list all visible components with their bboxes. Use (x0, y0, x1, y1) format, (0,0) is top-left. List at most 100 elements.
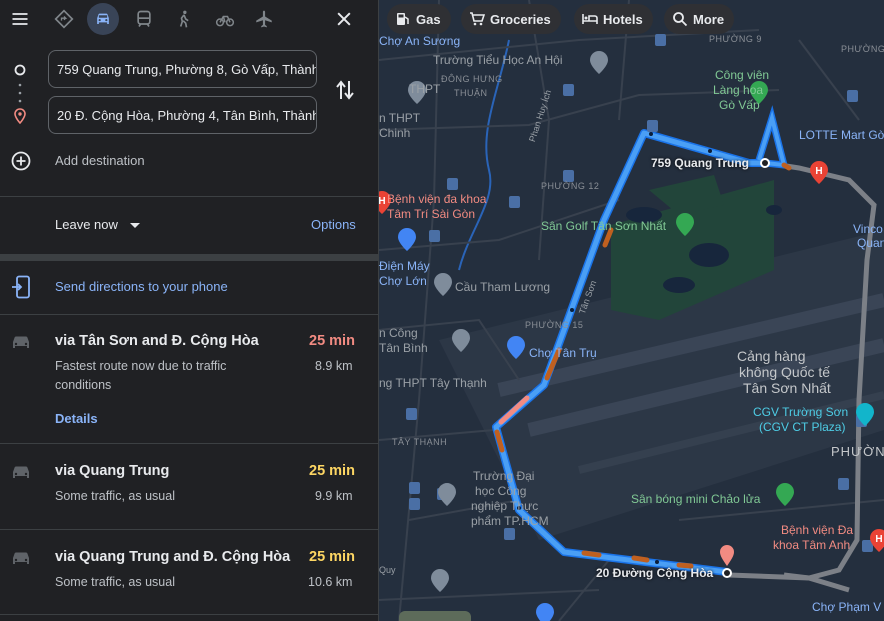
origin-input[interactable]: 759 Quang Trung, Phường 8, Gò Vấp, Thành… (48, 50, 317, 88)
map-label[interactable]: Điện Máy (379, 259, 430, 273)
map-label[interactable]: THPT (409, 82, 440, 96)
leave-now-label: Leave now (55, 217, 118, 232)
map-label[interactable]: Chợ Tân Trụ (529, 346, 597, 360)
chip-hotels[interactable]: Hotels (574, 4, 653, 34)
map-label[interactable]: ng THPT Tây Thạnh (379, 376, 487, 390)
close-button[interactable] (328, 3, 360, 35)
route-time: 25 min (309, 333, 355, 349)
origin-map-label: 759 Quang Trung (651, 156, 750, 170)
car-icon (10, 333, 32, 351)
map-label[interactable]: khoa Tâm Anh (773, 538, 850, 552)
chip-more[interactable]: More (664, 4, 735, 34)
route-dots-icon (17, 82, 23, 104)
route-description: Fastest route now due to traffic (55, 359, 227, 373)
destination-input-value: 20 Đ. Cộng Hòa, Phường 4, Tân Bình, Thàn… (57, 107, 317, 123)
map-label[interactable]: Trường Tiểu Học An Hội (433, 53, 563, 67)
transit-icon (137, 10, 151, 27)
chip-hotels-label: Hotels (603, 11, 643, 27)
airplane-icon (256, 10, 272, 28)
map-label[interactable]: Sân Golf Tân Sơn Nhất (541, 219, 666, 233)
map-label: PHƯỜNG 9 (709, 34, 762, 44)
map-label: PHƯỜN (831, 444, 884, 459)
destination-pin-icon (12, 107, 28, 125)
mode-walking-button[interactable] (168, 3, 200, 35)
directions-diamond-icon (54, 9, 74, 29)
map-label[interactable]: nghiệp Thực (471, 499, 538, 513)
route-time: 25 min (309, 463, 355, 479)
car-icon (97, 13, 109, 24)
map-label[interactable]: (CGV CT Plaza) (759, 420, 845, 434)
hospital-icon[interactable]: H (873, 534, 884, 545)
map-label[interactable]: Tâm Trí Sài Gòn (387, 207, 475, 221)
chip-gas[interactable]: Gas (387, 4, 451, 34)
chip-groceries[interactable]: Groceries (461, 4, 561, 34)
shopping-cart-icon (470, 12, 485, 26)
map-label: THUẬN (454, 88, 488, 98)
map-label[interactable]: n THPT (379, 111, 420, 125)
map-label: TÂY THẠNH (392, 437, 448, 447)
map-label[interactable]: n Công (379, 326, 418, 340)
chip-groceries-label: Groceries (490, 11, 551, 27)
hospital-icon[interactable]: H (379, 196, 388, 207)
dropdown-arrow-icon (129, 223, 140, 229)
map-label[interactable]: Quan (857, 236, 884, 250)
route-description: Some traffic, as usual (55, 489, 175, 503)
bed-icon (582, 14, 598, 24)
map-label[interactable]: Chợ Phạm V (812, 600, 881, 614)
map-label[interactable]: học Công (475, 484, 526, 498)
map-label: Quy (379, 565, 396, 575)
map-label[interactable]: CGV Trường Sơn (753, 405, 848, 419)
section-separator (0, 254, 378, 261)
mode-best-button[interactable] (48, 3, 80, 35)
menu-button[interactable] (4, 3, 36, 35)
map-label: PHƯỜNG 12 (541, 181, 600, 191)
map-label[interactable]: phẩm TP.HCM (471, 514, 549, 528)
travel-mode-bar (0, 0, 378, 38)
map-label[interactable]: Tân Sơn Nhất (743, 380, 831, 396)
divider (0, 614, 378, 615)
mode-transit-button[interactable] (128, 3, 160, 35)
mode-cycling-button[interactable] (209, 3, 241, 35)
route-title: via Quang Trung and Đ. Cộng Hòa (55, 549, 291, 565)
options-button[interactable]: Options (311, 217, 356, 232)
map-label[interactable]: Cảng hàng (737, 348, 806, 364)
map-label[interactable]: LOTTE Mart Gò (799, 128, 884, 142)
destination-input[interactable]: 20 Đ. Cộng Hòa, Phường 4, Tân Bình, Thàn… (48, 96, 317, 134)
swap-button[interactable] (333, 78, 357, 102)
divider (0, 443, 378, 444)
map-label[interactable]: Trường Đại (473, 469, 534, 483)
route-details-link[interactable]: Details (55, 411, 98, 426)
mode-driving-button[interactable] (87, 3, 119, 35)
map-canvas[interactable]: Gas Groceries Hotels More Chợ An Sương P… (379, 0, 884, 621)
map-label[interactable]: Chợ An Sương (379, 34, 460, 48)
route-distance: 10.6 km (308, 575, 353, 589)
chip-more-label: More (693, 11, 725, 27)
map-label[interactable]: Tân Bình (379, 341, 428, 355)
map-label[interactable]: Bệnh viện Đa (781, 523, 853, 537)
add-destination-button[interactable] (10, 150, 31, 171)
gas-station-icon (397, 13, 409, 25)
bicycle-icon (215, 15, 235, 27)
map-label[interactable]: Gò Vấp (719, 98, 760, 112)
map-label[interactable]: Chinh (379, 126, 410, 140)
map-label[interactable]: Chợ Lớn (379, 274, 427, 288)
add-destination-label[interactable]: Add destination (55, 153, 145, 168)
map-label[interactable]: Cầu Tham Lương (455, 280, 550, 294)
origin-circle-icon (12, 62, 28, 78)
map-label[interactable]: không Quốc tế (739, 364, 830, 380)
divider (0, 529, 378, 530)
map-label[interactable]: Sân bóng mini Chảo lửa (631, 492, 760, 506)
swap-icon (336, 80, 354, 100)
hospital-icon[interactable]: H (813, 166, 825, 177)
walking-icon (179, 10, 189, 28)
map-label[interactable]: Công viên (715, 68, 769, 82)
leave-now-dropdown[interactable]: Leave now (55, 217, 140, 232)
mode-flights-button[interactable] (248, 3, 280, 35)
map-label[interactable]: Làng hoa (713, 83, 763, 97)
route-time: 25 min (309, 549, 355, 565)
map-label[interactable]: Vinco (853, 222, 883, 236)
send-directions-link[interactable]: Send directions to your phone (55, 279, 228, 294)
divider (0, 196, 378, 197)
add-circle-icon (11, 151, 30, 170)
map-label[interactable]: Bệnh viện đa khoa (387, 192, 486, 206)
